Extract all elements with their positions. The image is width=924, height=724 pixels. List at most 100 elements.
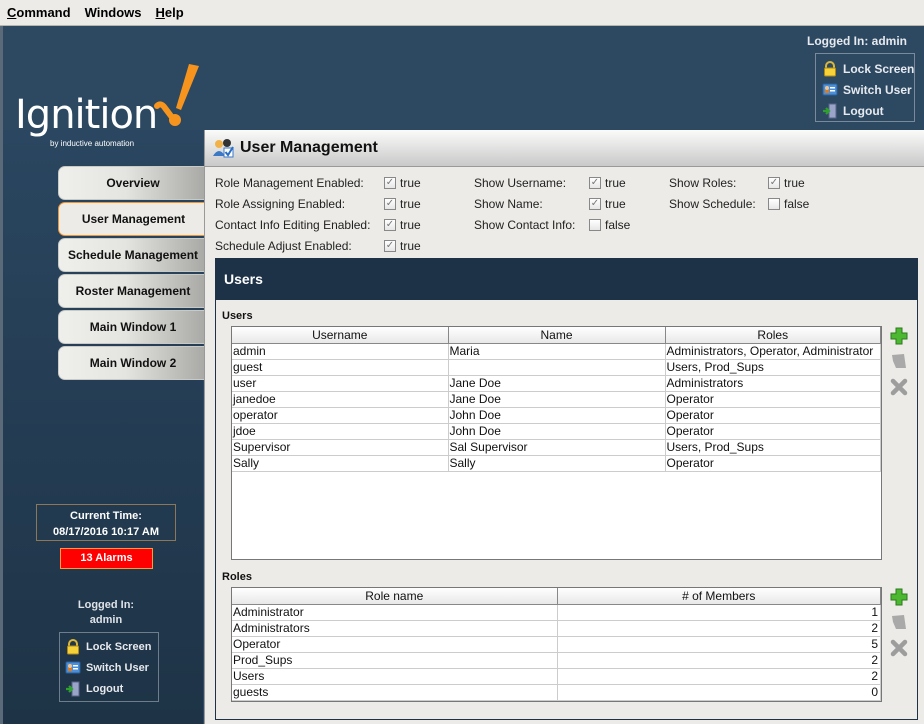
user-row[interactable]: jdoe John Doe Operator [232,423,881,440]
role-row[interactable]: Users 2 [232,668,881,685]
tab-main-window-2[interactable]: Main Window 2 [58,346,208,380]
switch-user-icon [65,660,81,676]
table-cell: Operator [665,391,881,408]
prop-checkbox[interactable]: ✓ [384,198,396,210]
top-logged-in-label: Logged In: admin [807,34,907,48]
table-cell: Sally [448,455,666,472]
table-cell: Operator [665,455,881,472]
prop-show-username: Show Username: ✓ true [474,174,654,192]
prop-value: true [400,218,421,232]
menu-command-mnemonic: C [7,5,17,20]
user-row[interactable]: operator John Doe Operator [232,407,881,424]
bottom-logged-in: Logged In: admin [36,598,176,628]
users-section-label: Users [222,310,253,322]
prop-checkbox[interactable]: ✓ [768,177,780,189]
logo-tagline: by inductive automation [50,139,135,148]
prop-label: Role Assigning Enabled: [215,197,346,211]
role-row[interactable]: Operator 5 [232,636,881,653]
tab-roster-management[interactable]: Roster Management [58,274,208,308]
table-cell: Users, Prod_Sups [665,359,881,376]
delete-user-icon[interactable] [890,378,908,396]
role-row[interactable]: Administrators 2 [232,620,881,637]
role-row[interactable]: Administrator 1 [232,604,881,621]
table-cell: guests [232,684,558,701]
user-row[interactable]: user Jane Doe Administrators [232,375,881,392]
tab-schedule-management[interactable]: Schedule Management [58,238,208,272]
edit-user-icon[interactable] [890,352,908,370]
bottom-lock-screen-button[interactable]: Lock Screen [65,636,158,657]
prop-label: Show Name: [474,197,543,211]
tab-user-management[interactable]: User Management [58,202,208,236]
bottom-logout-button[interactable]: Logout [65,678,158,699]
nav-tabs: Overview User Management Schedule Manage… [58,166,208,382]
prop-checkbox[interactable]: ✓ [589,177,601,189]
client-frame: Ignition by inductive automation Logged … [0,26,924,724]
top-switch-user-label: Switch User [843,82,912,97]
table-cell: Operator [665,407,881,424]
menu-help-label: elp [164,5,184,20]
logout-icon [65,681,81,697]
table-cell: Users [232,668,558,685]
prop-checkbox[interactable] [768,198,780,210]
alarm-count-button[interactable]: 13 Alarms [60,548,153,569]
column-header[interactable]: Roles [665,327,881,344]
table-cell: 2 [557,668,881,685]
prop-checkbox[interactable]: ✓ [384,219,396,231]
user-row[interactable]: guest Users, Prod_Sups [232,359,881,376]
delete-role-icon[interactable] [890,639,908,657]
add-role-icon[interactable] [890,588,908,606]
column-header[interactable]: Username [232,327,449,344]
add-user-icon[interactable] [890,327,908,345]
table-cell [448,359,666,376]
top-switch-user-button[interactable]: Switch User [822,79,914,100]
current-time-display: Current Time: 08/17/2016 10:17 AM [36,504,176,541]
prop-label: Show Roles: [669,176,737,190]
user-row[interactable]: Supervisor Sal Supervisor Users, Prod_Sups [232,439,881,456]
column-header[interactable]: # of Members [557,588,881,605]
prop-contact-info-editing: Contact Info Editing Enabled: ✓ true [215,216,455,234]
users-container: Users Users Username Name Roles admin Maria… [215,258,918,720]
panel-title: User Management [240,139,378,156]
menu-windows[interactable]: Windows [85,5,142,20]
table-cell: Administrators, Operator, Administrator [665,343,881,360]
bottom-logged-in-user: admin [89,614,123,626]
properties-panel: Role Management Enabled: ✓ true Role Ass… [215,174,915,258]
top-lock-screen-button[interactable]: Lock Screen [822,58,914,79]
menu-command[interactable]: Command [7,5,71,20]
table-cell: admin [232,343,449,360]
table-cell: Sal Supervisor [448,439,666,456]
user-row[interactable]: Sally Sally Operator [232,455,881,472]
bottom-switch-user-label: Switch User [86,661,149,674]
user-row[interactable]: janedoe Jane Doe Operator [232,391,881,408]
top-logout-label: Logout [843,103,884,118]
menu-help[interactable]: Help [156,5,184,20]
edit-role-icon[interactable] [890,613,908,631]
top-lock-screen-label: Lock Screen [843,61,915,76]
roles-table: Role name # of Members Administrator 1 Admi… [231,587,882,702]
top-logout-button[interactable]: Logout [822,100,914,121]
panel-header: User Management [205,130,924,167]
column-header[interactable]: Role name [232,588,558,605]
bottom-switch-user-button[interactable]: Switch User [65,657,158,678]
prop-checkbox[interactable]: ✓ [384,240,396,252]
role-row[interactable]: Prod_Sups 2 [232,652,881,669]
current-time-label: Current Time: [70,510,142,522]
logo-exclamation-icon [154,64,199,126]
user-row[interactable]: admin Maria Administrators, Operator, Admi… [232,343,881,360]
ignition-logo: Ignition by inductive automation [15,62,205,148]
prop-checkbox[interactable]: ✓ [589,198,601,210]
prop-label: Show Schedule: [669,197,756,211]
tab-main-window-1[interactable]: Main Window 1 [58,310,208,344]
tab-overview[interactable]: Overview [58,166,208,200]
table-cell: user [232,375,449,392]
column-header[interactable]: Name [448,327,666,344]
role-row[interactable]: guests 0 [232,684,881,701]
logo-wordmark: Ignition [15,92,158,138]
prop-label: Show Username: [474,176,567,190]
prop-value: true [400,176,421,190]
bottom-lock-screen-label: Lock Screen [86,640,152,653]
prop-show-roles: Show Roles: ✓ true [669,174,829,192]
prop-checkbox[interactable] [589,219,601,231]
prop-checkbox[interactable]: ✓ [384,177,396,189]
table-cell: jdoe [232,423,449,440]
